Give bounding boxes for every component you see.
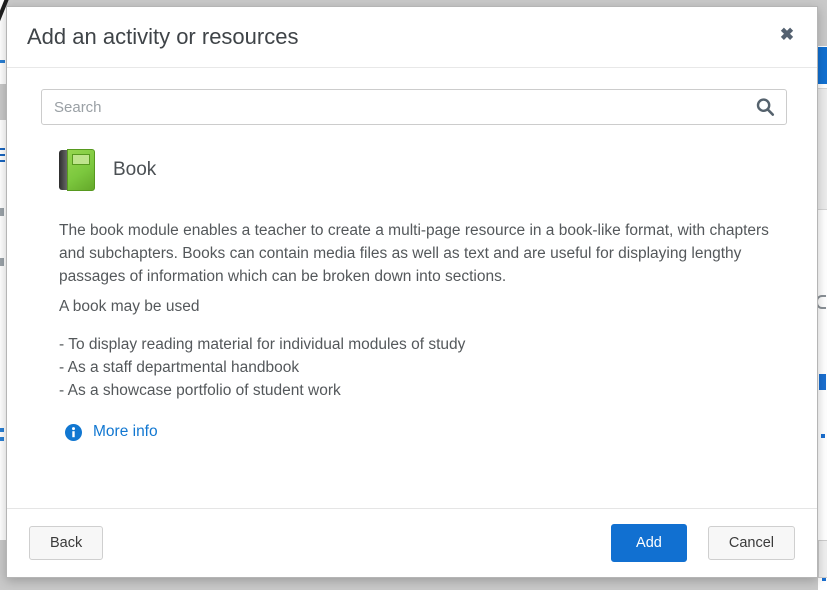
background-fragment	[0, 428, 4, 432]
search-input[interactable]	[41, 89, 787, 125]
activity-header: Book	[59, 149, 156, 191]
usage-list: - To display reading material for indivi…	[59, 333, 465, 402]
modal-header: Add an activity or resources ✖	[7, 7, 817, 68]
activity-description: The book module enables a teacher to cre…	[59, 219, 781, 288]
modal-title: Add an activity or resources	[27, 24, 298, 50]
background-fragment	[821, 434, 825, 438]
background-fragment	[0, 148, 5, 150]
background-fragment	[818, 0, 827, 46]
background-blue-button-fragment	[818, 47, 827, 84]
background-fragment	[0, 208, 4, 216]
screen: Add an activity or resources ✖ Book The …	[0, 0, 827, 590]
back-button[interactable]: Back	[29, 526, 103, 560]
cancel-button[interactable]: Cancel	[708, 526, 795, 560]
background-fragment	[818, 540, 827, 578]
background-page-right	[818, 0, 827, 590]
book-icon	[59, 149, 96, 191]
close-icon[interactable]: ✖	[775, 23, 799, 47]
modal-footer: Back Add Cancel	[7, 508, 817, 577]
list-item: - As a showcase portfolio of student wor…	[59, 379, 465, 402]
info-icon	[65, 424, 82, 441]
more-info-label: More info	[93, 423, 158, 441]
usage-intro: A book may be used	[59, 295, 199, 318]
activity-name: Book	[113, 159, 156, 181]
background-fragment	[819, 374, 826, 390]
list-item: - To display reading material for indivi…	[59, 333, 465, 356]
search-row	[41, 89, 787, 125]
background-fragment	[822, 578, 826, 581]
list-item: - As a staff departmental handbook	[59, 356, 465, 379]
background-fragment	[0, 60, 5, 63]
search-icon	[755, 97, 775, 117]
background-fragment	[0, 258, 4, 266]
add-activity-modal: Add an activity or resources ✖ Book The …	[6, 6, 818, 578]
background-fragment	[818, 88, 827, 210]
add-button[interactable]: Add	[611, 524, 687, 562]
more-info-link[interactable]: More info	[65, 423, 158, 441]
